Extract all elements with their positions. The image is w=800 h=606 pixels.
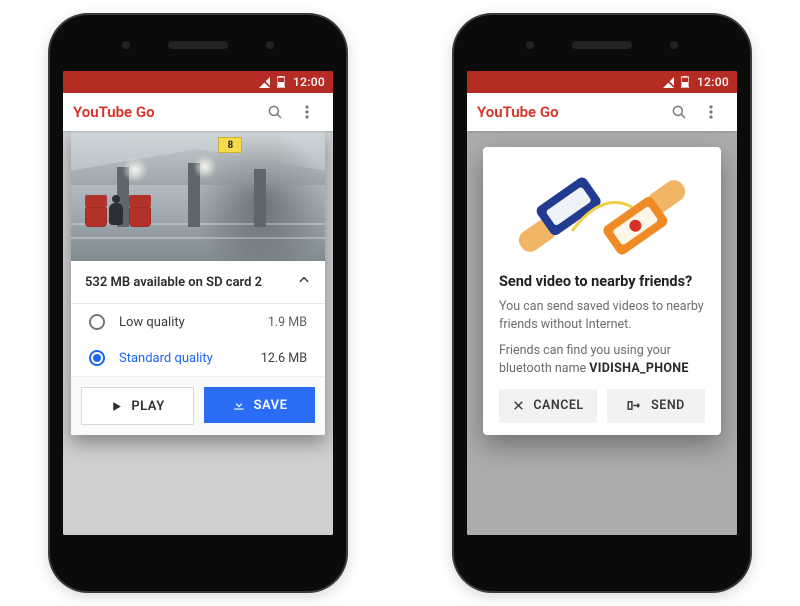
video-preview: 8 bbox=[71, 131, 325, 261]
storage-text: 532 MB available on SD card 2 bbox=[85, 275, 262, 290]
dialog-body-2: Friends can find you using your bluetoot… bbox=[499, 342, 705, 378]
battery-icon bbox=[277, 76, 285, 88]
send-icon bbox=[627, 399, 643, 412]
cancel-button[interactable]: CANCEL bbox=[499, 389, 597, 423]
close-icon bbox=[512, 399, 525, 412]
app-bar: YouTube Go bbox=[467, 93, 737, 131]
search-icon[interactable] bbox=[259, 96, 291, 128]
quality-size: 12.6 MB bbox=[261, 351, 307, 366]
app-bar: YouTube Go bbox=[63, 93, 333, 131]
quality-option-standard[interactable]: Standard quality 12.6 MB bbox=[71, 340, 325, 376]
share-dialog: Send video to nearby friends? You can se… bbox=[483, 147, 721, 435]
save-label: SAVE bbox=[254, 398, 288, 413]
no-signal-icon bbox=[258, 77, 271, 88]
storage-row[interactable]: 532 MB available on SD card 2 bbox=[71, 261, 325, 304]
save-button[interactable]: SAVE bbox=[204, 387, 315, 423]
quality-label: Standard quality bbox=[119, 351, 261, 366]
share-illustration bbox=[499, 161, 705, 271]
platform-sign: 8 bbox=[218, 137, 242, 153]
status-bar: 12:00 bbox=[63, 71, 333, 93]
screen-right: 12:00 YouTube Go SEND bbox=[467, 71, 737, 535]
dialog-actions: PLAY SAVE bbox=[71, 376, 325, 435]
play-button[interactable]: PLAY bbox=[81, 387, 194, 425]
status-time: 12:00 bbox=[293, 75, 325, 89]
radio-checked-icon bbox=[89, 350, 105, 366]
play-icon bbox=[110, 400, 123, 413]
no-signal-icon bbox=[662, 77, 675, 88]
bluetooth-name: VIDISHA_PHONE bbox=[589, 361, 688, 376]
radio-unchecked-icon bbox=[89, 314, 105, 330]
app-title: YouTube Go bbox=[477, 103, 559, 121]
earpiece bbox=[572, 41, 632, 49]
search-icon[interactable] bbox=[663, 96, 695, 128]
battery-icon bbox=[681, 76, 689, 88]
earpiece bbox=[168, 41, 228, 49]
dialog-title: Send video to nearby friends? bbox=[499, 273, 705, 290]
phone-left: 12:00 YouTube Go bbox=[48, 13, 348, 593]
app-title: YouTube Go bbox=[73, 103, 155, 121]
status-bar: 12:00 bbox=[467, 71, 737, 93]
dialog-body-1: You can send saved videos to nearby frie… bbox=[499, 298, 705, 334]
play-label: PLAY bbox=[131, 399, 164, 414]
send-button[interactable]: SEND bbox=[607, 389, 705, 423]
dialog-actions: CANCEL SEND bbox=[499, 389, 705, 423]
quality-size: 1.9 MB bbox=[268, 315, 307, 330]
screen-left: 12:00 YouTube Go bbox=[63, 71, 333, 535]
overflow-icon[interactable] bbox=[291, 96, 323, 128]
status-time: 12:00 bbox=[697, 75, 729, 89]
cancel-label: CANCEL bbox=[533, 398, 583, 413]
chevron-up-icon bbox=[297, 273, 311, 291]
overflow-icon[interactable] bbox=[695, 96, 727, 128]
download-icon bbox=[232, 398, 246, 412]
download-dialog: 8 532 MB available on SD card 2 Low qual… bbox=[71, 131, 325, 435]
quality-option-low[interactable]: Low quality 1.9 MB bbox=[71, 304, 325, 340]
send-label: SEND bbox=[651, 398, 685, 413]
quality-label: Low quality bbox=[119, 315, 268, 330]
phone-right: 12:00 YouTube Go SEND bbox=[452, 13, 752, 593]
